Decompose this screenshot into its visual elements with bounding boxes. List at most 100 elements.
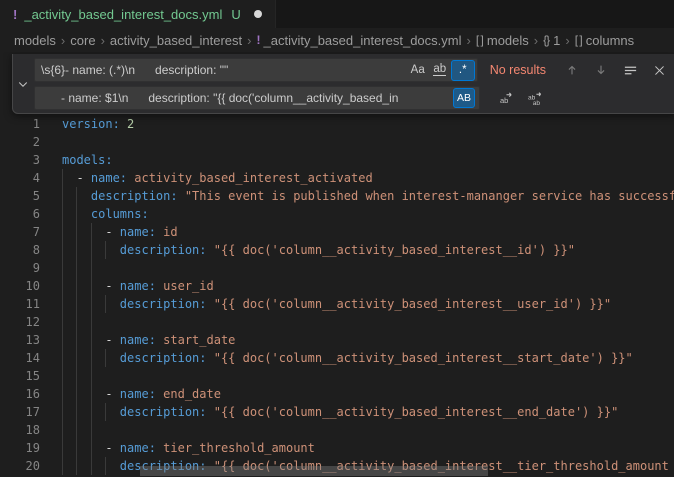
symbol-object-icon: {} [543, 33, 549, 47]
regex-toggle[interactable]: .* [451, 60, 475, 81]
code-line[interactable] [62, 133, 674, 151]
editor[interactable]: 1234567891011121314151617181920 version:… [0, 52, 674, 477]
indent-guide [62, 169, 63, 475]
replace-one-icon[interactable]: ab [496, 88, 516, 108]
line-number[interactable]: 9 [0, 259, 40, 277]
toggle-replace-chevron-icon[interactable] [13, 54, 34, 113]
line-number[interactable]: 1 [0, 115, 40, 133]
indent-guide [105, 349, 106, 367]
breadcrumb-label: _activity_based_interest_docs.yml [264, 33, 462, 48]
code-line[interactable]: description: "{{ doc('column__activity_b… [62, 403, 674, 421]
close-find-widget-icon[interactable] [649, 60, 669, 80]
match-case-toggle[interactable]: Aa [407, 61, 429, 80]
indent-guide [105, 295, 106, 313]
code-line[interactable] [62, 367, 674, 385]
code-line[interactable]: columns: [62, 205, 674, 223]
line-number[interactable]: 7 [0, 223, 40, 241]
indent-guide [105, 403, 106, 421]
line-number[interactable]: 17 [0, 403, 40, 421]
git-status-badge: U [231, 7, 240, 22]
whole-word-toggle[interactable]: ab [429, 61, 451, 80]
next-match-icon[interactable] [591, 60, 611, 80]
yaml-file-icon: ! [13, 7, 17, 22]
breadcrumb-item[interactable]: [ ]columns [575, 33, 634, 48]
line-number[interactable]: 14 [0, 349, 40, 367]
find-results-status: No results [490, 63, 546, 77]
code-line[interactable] [62, 313, 674, 331]
indent-guide [105, 241, 106, 259]
code-line[interactable]: - name: start_date [62, 331, 674, 349]
indent-guide [105, 457, 106, 475]
horizontal-scrollbar[interactable] [140, 466, 488, 476]
find-in-selection-icon[interactable] [620, 60, 640, 80]
breadcrumb-item[interactable]: ! _activity_based_interest_docs.yml [257, 33, 462, 48]
code-line[interactable]: description: "{{ doc('column__activity_b… [62, 241, 674, 259]
line-number[interactable]: 18 [0, 421, 40, 439]
find-widget: \s{6}- name: (.*)\n description: "" Aa a… [12, 54, 674, 114]
line-number[interactable]: 20 [0, 457, 40, 475]
breadcrumb-item[interactable]: activity_based_interest [110, 33, 242, 48]
replace-input[interactable]: - name: $1\n description: "{{ doc('colum… [34, 86, 480, 110]
tab-bar: ! _activity_based_interest_docs.yml U [0, 0, 674, 28]
gutter: 1234567891011121314151617181920 [0, 115, 40, 475]
breadcrumb-item[interactable]: models [14, 33, 56, 48]
breadcrumb-separator-icon: › [534, 33, 538, 48]
breadcrumb-separator-icon: › [101, 33, 105, 48]
preserve-case-toggle[interactable]: AB [453, 88, 475, 108]
line-number[interactable]: 3 [0, 151, 40, 169]
indent-guide [91, 223, 92, 475]
code-content: version: 2 models: - name: activity_based… [62, 115, 674, 475]
breadcrumb-separator-icon: › [61, 33, 65, 48]
line-number[interactable]: 12 [0, 313, 40, 331]
code-line[interactable]: description: "{{ doc('column__activity_b… [62, 295, 674, 313]
svg-text:ab: ab [532, 100, 540, 106]
breadcrumb-item[interactable]: core [70, 33, 95, 48]
code-line[interactable]: description: "{{ doc('column__activity_b… [62, 349, 674, 367]
replace-row: - name: $1\n description: "{{ doc('colum… [34, 86, 669, 110]
indent-guide [76, 187, 77, 475]
symbol-array-icon: [ ] [476, 33, 483, 47]
code-line[interactable]: models: [62, 151, 674, 169]
vscode-window: ! _activity_based_interest_docs.yml U mo… [0, 0, 674, 477]
line-number[interactable]: 5 [0, 187, 40, 205]
line-number[interactable]: 13 [0, 331, 40, 349]
code-line[interactable] [62, 259, 674, 277]
line-number[interactable]: 19 [0, 439, 40, 457]
code-line[interactable]: description: "This event is published wh… [62, 187, 674, 205]
find-query-text: \s{6}- name: (.*)\n description: "" [41, 59, 407, 81]
replace-all-icon[interactable]: abab [525, 88, 545, 108]
find-row: \s{6}- name: (.*)\n description: "" Aa a… [34, 58, 669, 82]
line-number[interactable]: 8 [0, 241, 40, 259]
svg-text:ab: ab [499, 96, 507, 105]
breadcrumb-item[interactable]: {} 1 [543, 33, 560, 48]
code-line[interactable]: version: 2 [62, 115, 674, 133]
breadcrumb-separator-icon: › [467, 33, 471, 48]
breadcrumb-separator-icon: › [247, 33, 251, 48]
line-number[interactable]: 15 [0, 367, 40, 385]
breadcrumb-label: activity_based_interest [110, 33, 242, 48]
breadcrumb-label: 1 [553, 33, 560, 48]
find-input[interactable]: \s{6}- name: (.*)\n description: "" Aa a… [34, 58, 478, 82]
code-line[interactable]: - name: end_date [62, 385, 674, 403]
line-number[interactable]: 16 [0, 385, 40, 403]
code-line[interactable]: - name: tier_threshold_amount [62, 439, 674, 457]
breadcrumb-label: core [70, 33, 95, 48]
code-line[interactable] [62, 421, 674, 439]
previous-match-icon[interactable] [562, 60, 582, 80]
line-number[interactable]: 11 [0, 295, 40, 313]
unsaved-changes-dot-icon[interactable] [254, 10, 262, 18]
line-number[interactable]: 6 [0, 205, 40, 223]
tab-activity-based-interest-docs[interactable]: ! _activity_based_interest_docs.yml U [0, 0, 276, 28]
line-number[interactable]: 2 [0, 133, 40, 151]
code-line[interactable]: - name: activity_based_interest_activate… [62, 169, 674, 187]
line-number[interactable]: 4 [0, 169, 40, 187]
breadcrumb-separator-icon: › [565, 33, 569, 48]
code-line[interactable]: - name: user_id [62, 277, 674, 295]
breadcrumb-label: columns [586, 33, 634, 48]
yaml-file-icon: ! [257, 33, 260, 47]
breadcrumb-item[interactable]: [ ] models [476, 33, 529, 48]
code-line[interactable]: - name: id [62, 223, 674, 241]
breadcrumb-label: models [487, 33, 529, 48]
line-number[interactable]: 10 [0, 277, 40, 295]
tab-filename: _activity_based_interest_docs.yml [24, 7, 222, 22]
